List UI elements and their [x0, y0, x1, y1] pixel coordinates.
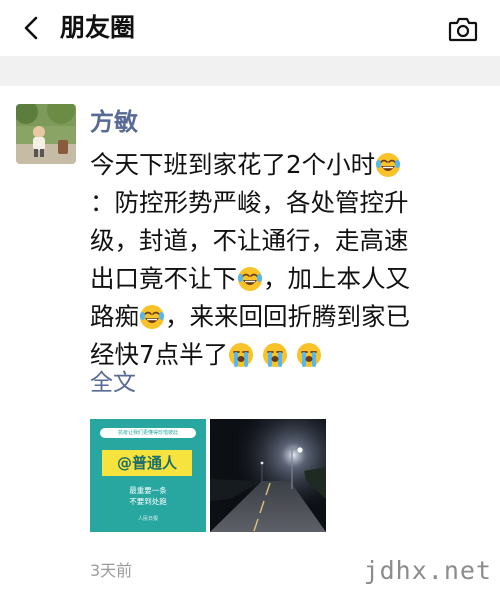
post-image-poster[interactable]: 抗疫让我们更懂得珍惜彼此 @普通人 最重要一条 不要到处跑 人民日报	[90, 419, 206, 532]
face-with-tears-of-joy-icon	[237, 266, 263, 292]
poster-subtitle: 最重要一条 不要到处跑	[90, 485, 206, 507]
poster-subtitle-line: 不要到处跑	[129, 497, 167, 506]
loudly-crying-face-icon	[262, 342, 288, 368]
back-button[interactable]	[14, 10, 50, 46]
post-timestamp: 3天前	[90, 561, 133, 580]
post-text: 今天下班到家花了2个小时 ：防控形势严峻，各处管控升 级，封道，不让通行，走高速…	[90, 146, 485, 374]
post-line: ：防控形势严峻，各处管控升	[90, 184, 485, 222]
post-line: 经快7点半了	[90, 336, 485, 374]
post-image-night-road[interactable]	[210, 419, 326, 532]
page-title: 朋友圈	[60, 13, 136, 42]
navigation-bar: 朋友圈	[0, 0, 500, 56]
watermark: jdhx.net	[363, 556, 492, 585]
author-name[interactable]: 方敏	[90, 106, 138, 138]
post-text-segment: ：防控形势严峻，各处管控升	[90, 188, 409, 217]
post-text-segment: 经快7点半了	[90, 340, 229, 369]
poster-brand: 人民日报	[137, 516, 158, 522]
post-text-segment: 今天下班到家花了2个小时	[90, 150, 376, 179]
post-text-segment: 级，封道，不让通行，走高速	[90, 226, 409, 255]
post-line: 级，封道，不让通行，走高速	[90, 222, 485, 260]
poster-subtitle-line: 最重要一条	[129, 486, 167, 495]
poster-banner-text: 抗疫让我们更懂得珍惜彼此	[100, 428, 196, 438]
post-text-segment: ，来来回回折腾到家已	[165, 302, 410, 331]
face-with-tears-of-joy-icon	[375, 152, 401, 178]
loudly-crying-face-icon	[228, 342, 254, 368]
section-separator	[0, 56, 500, 86]
face-with-tears-of-joy-icon	[139, 304, 165, 330]
avatar[interactable]	[16, 104, 76, 164]
post-text-segment: 路痴	[90, 302, 139, 331]
loudly-crying-face-icon	[296, 342, 322, 368]
full-text-link[interactable]: 全文	[90, 367, 136, 399]
post-line: 今天下班到家花了2个小时	[90, 146, 485, 184]
post-text-segment: 出口竟不让下	[90, 264, 237, 293]
post-line: 路痴 ，来来回回折腾到家已	[90, 298, 485, 336]
chevron-left-icon	[24, 16, 38, 40]
camera-icon	[448, 17, 478, 42]
post-line: 出口竟不让下 ，加上本人又	[90, 260, 485, 298]
camera-button[interactable]	[446, 12, 480, 46]
poster-tag: @普通人	[102, 450, 192, 476]
post-text-segment: ，加上本人又	[263, 264, 410, 293]
